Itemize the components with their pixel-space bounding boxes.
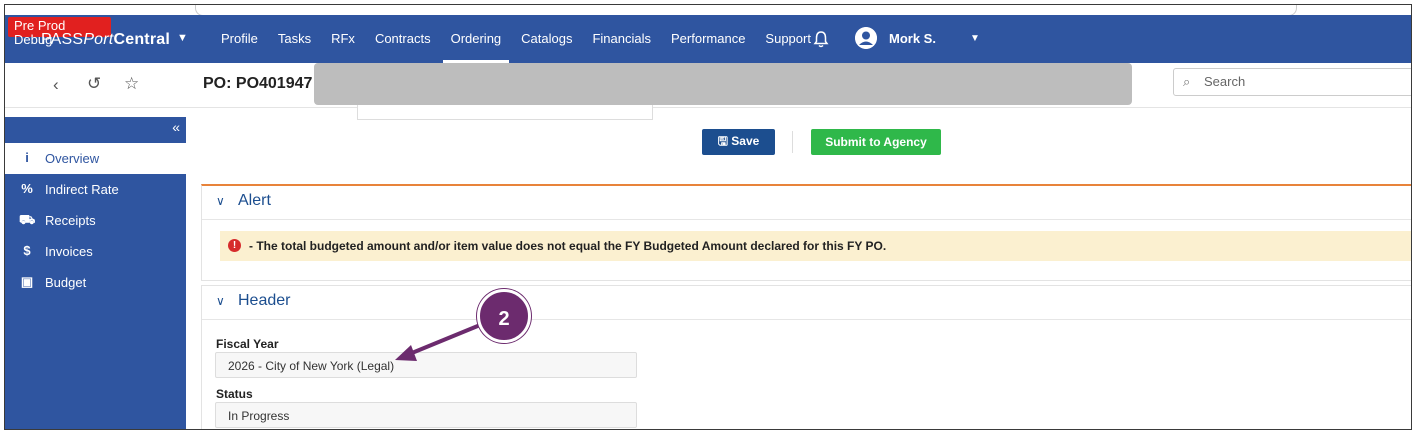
percent-icon: % <box>21 181 33 196</box>
nav-performance[interactable]: Performance <box>661 15 755 63</box>
sidebar: « i Overview % Indirect Rate ⛟ Receipts … <box>5 117 186 429</box>
page-title: PO: PO401947 <box>203 75 313 92</box>
dollar-icon: $ <box>23 243 31 258</box>
nav-ordering[interactable]: Ordering <box>441 15 512 63</box>
chevron-down-icon: ∨ <box>216 194 225 208</box>
search-input[interactable] <box>1202 73 1406 90</box>
bell-icon[interactable] <box>813 30 829 48</box>
error-icon: ! <box>228 239 241 252</box>
nav-rfx[interactable]: RFx <box>321 15 365 63</box>
collapse-sidebar-icon[interactable]: « <box>172 119 180 135</box>
fiscal-year-label: Fiscal Year <box>216 337 279 351</box>
nav-support[interactable]: Support <box>755 15 821 63</box>
sidebar-item-budget[interactable]: ▣ Budget <box>5 267 186 298</box>
brand-part-3: Central <box>113 31 170 48</box>
nav-catalogs[interactable]: Catalogs <box>511 15 582 63</box>
header-panel-toggle[interactable]: ∨ Header <box>216 292 290 310</box>
save-icon: 🖫 <box>717 133 728 148</box>
alert-panel-title: Alert <box>238 192 271 209</box>
brand-caret-icon[interactable]: ▼ <box>177 32 188 44</box>
brand-part-1: PASS <box>41 31 84 48</box>
alert-text: - The total budgeted amount and/or item … <box>249 239 887 253</box>
divider <box>202 219 1411 220</box>
sidebar-item-invoices[interactable]: $ Invoices <box>5 236 186 267</box>
chevron-down-icon: ∨ <box>216 294 225 308</box>
brand-logo[interactable]: PASSPortCentral <box>41 31 170 49</box>
sidebar-item-label: Indirect Rate <box>45 182 119 197</box>
alert-panel: ∨ Alert ! - The total budgeted amount and… <box>201 184 1411 281</box>
user-name[interactable]: Mork S. <box>889 31 936 46</box>
status-field: In Progress <box>215 402 637 428</box>
sidebar-item-label: Budget <box>45 275 87 290</box>
sidebar-item-overview[interactable]: i Overview <box>5 143 186 174</box>
search-icon: ⌕ <box>1183 74 1191 89</box>
button-divider <box>792 131 793 153</box>
header-panel-title: Header <box>238 292 291 309</box>
nav-profile[interactable]: Profile <box>211 15 268 63</box>
info-icon: i <box>25 150 29 165</box>
redacted-region <box>314 63 1132 105</box>
submit-to-agency-button[interactable]: Submit to Agency <box>811 129 941 155</box>
star-icon[interactable]: ☆ <box>124 74 139 94</box>
sidebar-item-label: Receipts <box>45 213 96 228</box>
sidebar-item-indirect-rate[interactable]: % Indirect Rate <box>5 174 186 205</box>
app-window: Pre Prod Debug PASSPortCentral ▼ Profile… <box>4 4 1412 430</box>
user-menu-caret-icon[interactable]: ▼ <box>970 33 980 44</box>
header-panel: ∨ Header Fiscal Year 2026 - City of New Y… <box>201 285 1411 429</box>
alert-panel-toggle[interactable]: ∨ Alert <box>216 192 271 210</box>
avatar[interactable] <box>855 27 877 49</box>
status-label: Status <box>216 387 253 401</box>
history-icon[interactable]: ↺ <box>87 74 101 94</box>
sidebar-item-label: Invoices <box>45 244 93 259</box>
alert-message: ! - The total budgeted amount and/or ite… <box>220 231 1411 261</box>
sidebar-item-label: Overview <box>45 151 100 166</box>
money-icon: ▣ <box>20 274 34 289</box>
sidebar-item-receipts[interactable]: ⛟ Receipts <box>5 205 186 236</box>
divider <box>202 319 1411 320</box>
annotation-badge: 2 <box>477 289 531 343</box>
nav-contracts[interactable]: Contracts <box>365 15 441 63</box>
brand-part-2: Port <box>83 31 114 48</box>
save-button[interactable]: 🖫 Save <box>702 129 775 155</box>
save-label: Save <box>731 133 760 148</box>
back-icon[interactable]: ‹ <box>53 75 59 95</box>
main-nav: Profile Tasks RFx Contracts Ordering Cat… <box>211 15 821 63</box>
truck-icon: ⛟ <box>19 212 36 227</box>
nav-financials[interactable]: Financials <box>582 15 661 63</box>
nav-tasks[interactable]: Tasks <box>268 15 321 63</box>
search-box[interactable]: ⌕ <box>1173 68 1411 96</box>
